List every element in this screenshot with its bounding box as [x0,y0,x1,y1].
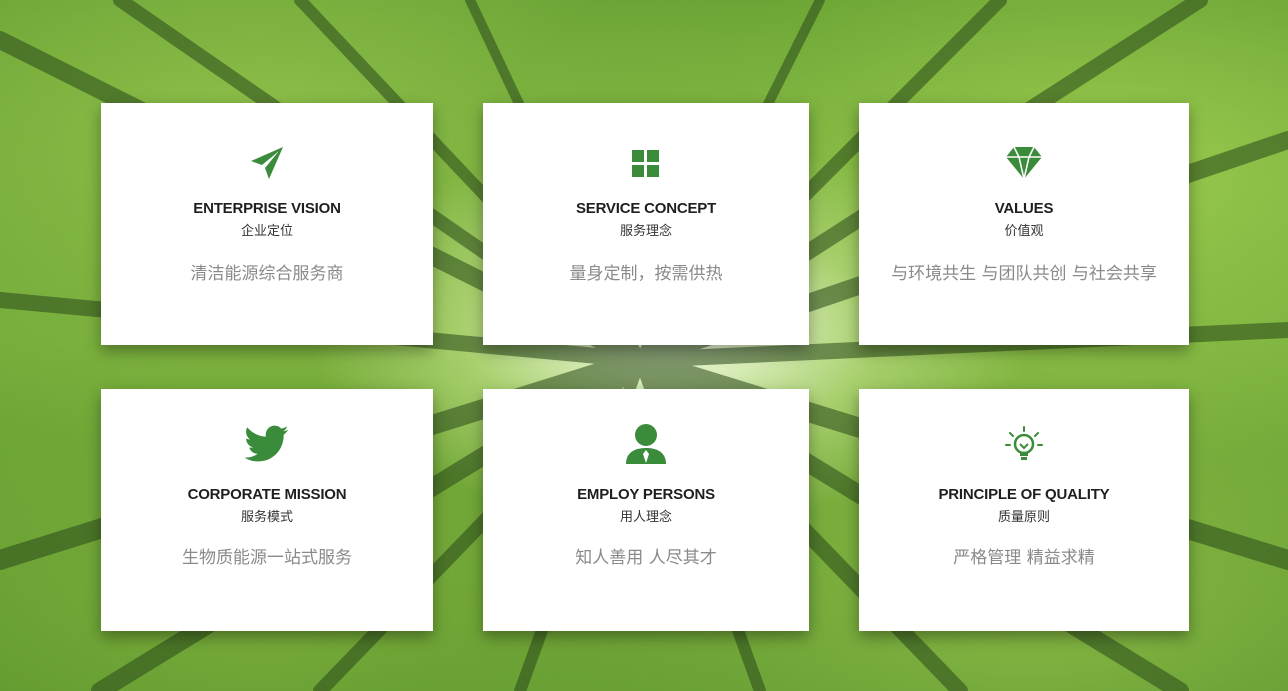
card-employ-persons: EMPLOY PERSONS 用人理念 知人善用 人尽其才 [483,389,809,631]
card-subtitle: 质量原则 [997,510,1050,525]
card-title: VALUES [994,200,1054,217]
card-principle-of-quality: PRINCIPLE OF QUALITY 质量原则 严格管理 精益求精 [859,389,1189,631]
grid-squares-icon [631,149,661,179]
card-subtitle: 价值观 [1004,224,1044,239]
card-description: 知人善用 人尽其才 [575,548,717,568]
diamond-icon [1004,145,1044,181]
card-enterprise-vision: ENTERPRISE VISION 企业定位 清洁能源综合服务商 [101,103,433,345]
card-subtitle: 服务理念 [619,224,672,239]
card-title: EMPLOY PERSONS [577,486,715,503]
card-values: VALUES 价值观 与环境共生 与团队共创 与社会共享 [859,103,1189,345]
light-bulb-icon [1004,425,1044,465]
twitter-bird-icon [245,425,289,463]
card-description: 生物质能源一站式服务 [182,548,352,568]
card-subtitle: 用人理念 [619,510,672,525]
card-corporate-mission: CORPORATE MISSION 服务模式 生物质能源一站式服务 [101,389,433,631]
paper-plane-icon [249,145,285,181]
card-title: ENTERPRISE VISION [193,200,341,217]
card-subtitle: 服务模式 [240,510,293,525]
person-icon [624,423,668,465]
card-description: 清洁能源综合服务商 [190,264,344,284]
card-description: 与环境共生 与团队共创 与社会共享 [891,264,1157,284]
card-title: PRINCIPLE OF QUALITY [938,486,1110,503]
card-subtitle: 企业定位 [240,224,293,239]
card-service-concept: SERVICE CONCEPT 服务理念 量身定制，按需供热 [483,103,809,345]
card-description: 严格管理 精益求精 [953,548,1095,568]
card-title: CORPORATE MISSION [187,486,347,503]
card-description: 量身定制，按需供热 [569,264,723,284]
card-title: SERVICE CONCEPT [575,200,717,217]
